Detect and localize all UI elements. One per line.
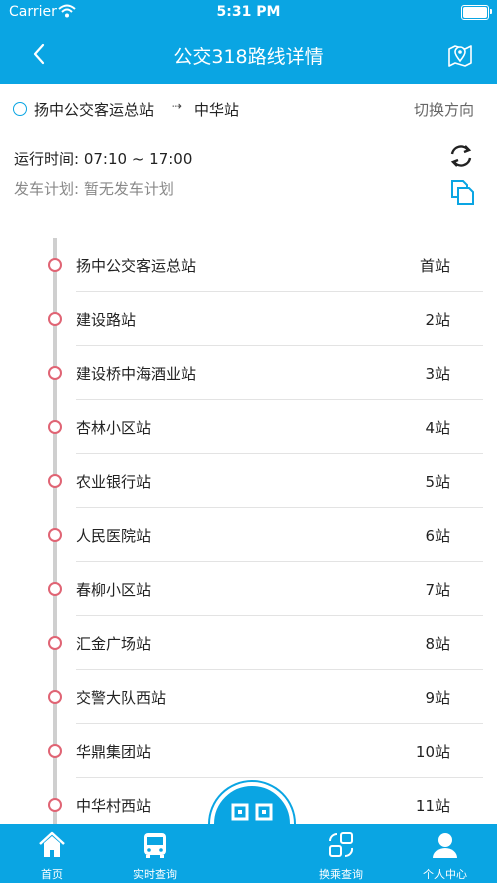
tab-profile-label: 个人中心 bbox=[423, 868, 467, 881]
status-bar: Carrier 5:31 PM bbox=[0, 0, 497, 26]
map-pin-icon[interactable] bbox=[446, 40, 474, 68]
stop-row[interactable]: 建设桥中海酒业站 3站 bbox=[0, 346, 497, 400]
stop-number: 首站 bbox=[419, 257, 450, 275]
stop-row[interactable]: 汇金广场站 8站 bbox=[0, 616, 497, 670]
stop-name: 人民医院站 bbox=[76, 527, 152, 545]
stop-dot-icon bbox=[48, 528, 62, 542]
stop-name: 农业银行站 bbox=[76, 473, 152, 491]
stop-name: 汇金广场站 bbox=[76, 635, 152, 653]
stop-number: 4站 bbox=[425, 419, 450, 437]
user-icon bbox=[433, 833, 457, 858]
tab-bar: 首页 实时查询 换乘查询 个人中心 bbox=[0, 824, 497, 883]
switch-direction-button[interactable]: 切换方向 bbox=[414, 99, 474, 120]
stop-name: 建设路站 bbox=[76, 311, 137, 329]
home-icon bbox=[39, 831, 65, 857]
stop-dot-icon bbox=[48, 744, 62, 758]
stop-number: 2站 bbox=[425, 311, 450, 329]
stop-dot-icon bbox=[48, 258, 62, 272]
stop-name: 建设桥中海酒业站 bbox=[76, 365, 197, 383]
direction-bar: 扬中公交客运总站 ⇢ 中华站 切换方向 bbox=[0, 96, 497, 122]
stop-number: 6站 bbox=[425, 527, 450, 545]
clock: 5:31 PM bbox=[216, 4, 281, 20]
stop-row[interactable]: 华鼎集团站 10站 bbox=[0, 724, 497, 778]
stop-name: 杏林小区站 bbox=[76, 419, 152, 437]
tab-realtime-label: 实时查询 bbox=[133, 868, 177, 881]
battery-icon bbox=[461, 5, 492, 20]
tab-home[interactable]: 首页 bbox=[7, 824, 97, 883]
stop-row[interactable]: 农业银行站 5站 bbox=[0, 454, 497, 508]
tab-transfer-label: 换乘查询 bbox=[319, 868, 363, 881]
bus-icon bbox=[144, 833, 166, 858]
stop-number: 10站 bbox=[415, 743, 450, 761]
page-title: 公交318路线详情 bbox=[173, 46, 324, 68]
stop-dot-icon bbox=[48, 366, 62, 380]
stop-dot-icon bbox=[48, 420, 62, 434]
stop-number: 8站 bbox=[425, 635, 450, 653]
stop-name: 华鼎集团站 bbox=[76, 743, 152, 761]
tab-profile[interactable]: 个人中心 bbox=[400, 824, 490, 883]
origin-station: 扬中公交客运总站 bbox=[34, 101, 155, 119]
transfer-icon bbox=[329, 832, 354, 858]
stop-dot-icon bbox=[48, 690, 62, 704]
stop-row[interactable]: 人民医院站 6站 bbox=[0, 508, 497, 562]
tab-realtime[interactable]: 实时查询 bbox=[110, 824, 200, 883]
stop-row[interactable]: 建设路站 2站 bbox=[0, 292, 497, 346]
departure-schedule: 发车计划: 暂无发车计划 bbox=[14, 180, 174, 198]
stop-row[interactable]: 杏林小区站 4站 bbox=[0, 400, 497, 454]
stop-number: 11站 bbox=[415, 797, 450, 815]
stop-dot-icon bbox=[48, 798, 62, 812]
stop-dot-icon bbox=[48, 636, 62, 650]
refresh-icon[interactable] bbox=[447, 142, 475, 170]
stop-row[interactable]: 交警大队西站 9站 bbox=[0, 670, 497, 724]
copy-icon[interactable] bbox=[448, 178, 476, 206]
tab-transfer[interactable]: 换乘查询 bbox=[296, 824, 386, 883]
direction-arrow-icon: ⇢ bbox=[172, 99, 183, 113]
stop-name: 交警大队西站 bbox=[76, 689, 167, 707]
stop-number: 3站 bbox=[425, 365, 450, 383]
tab-home-label: 首页 bbox=[41, 868, 63, 881]
stop-row[interactable]: 春柳小区站 7站 bbox=[0, 562, 497, 616]
nav-header: Carrier 5:31 PM 公交318路线详情 bbox=[0, 0, 497, 84]
stop-dot-icon bbox=[48, 474, 62, 488]
stop-number: 5站 bbox=[425, 473, 450, 491]
stop-row[interactable]: 扬中公交客运总站 首站 bbox=[0, 238, 497, 292]
chevron-left-icon[interactable] bbox=[26, 40, 54, 68]
operating-hours: 运行时间: 07:10 ~ 17:00 bbox=[14, 150, 193, 168]
stop-number: 9站 bbox=[425, 689, 450, 707]
stop-name: 春柳小区站 bbox=[76, 581, 152, 599]
stop-dot-icon bbox=[48, 582, 62, 596]
destination-station: 中华站 bbox=[194, 101, 240, 119]
stop-name: 中华村西站 bbox=[76, 797, 152, 815]
stop-number: 7站 bbox=[425, 581, 450, 599]
stop-dot-icon bbox=[48, 312, 62, 326]
stop-name: 扬中公交客运总站 bbox=[76, 257, 197, 275]
bus-stop-icon bbox=[13, 102, 27, 116]
